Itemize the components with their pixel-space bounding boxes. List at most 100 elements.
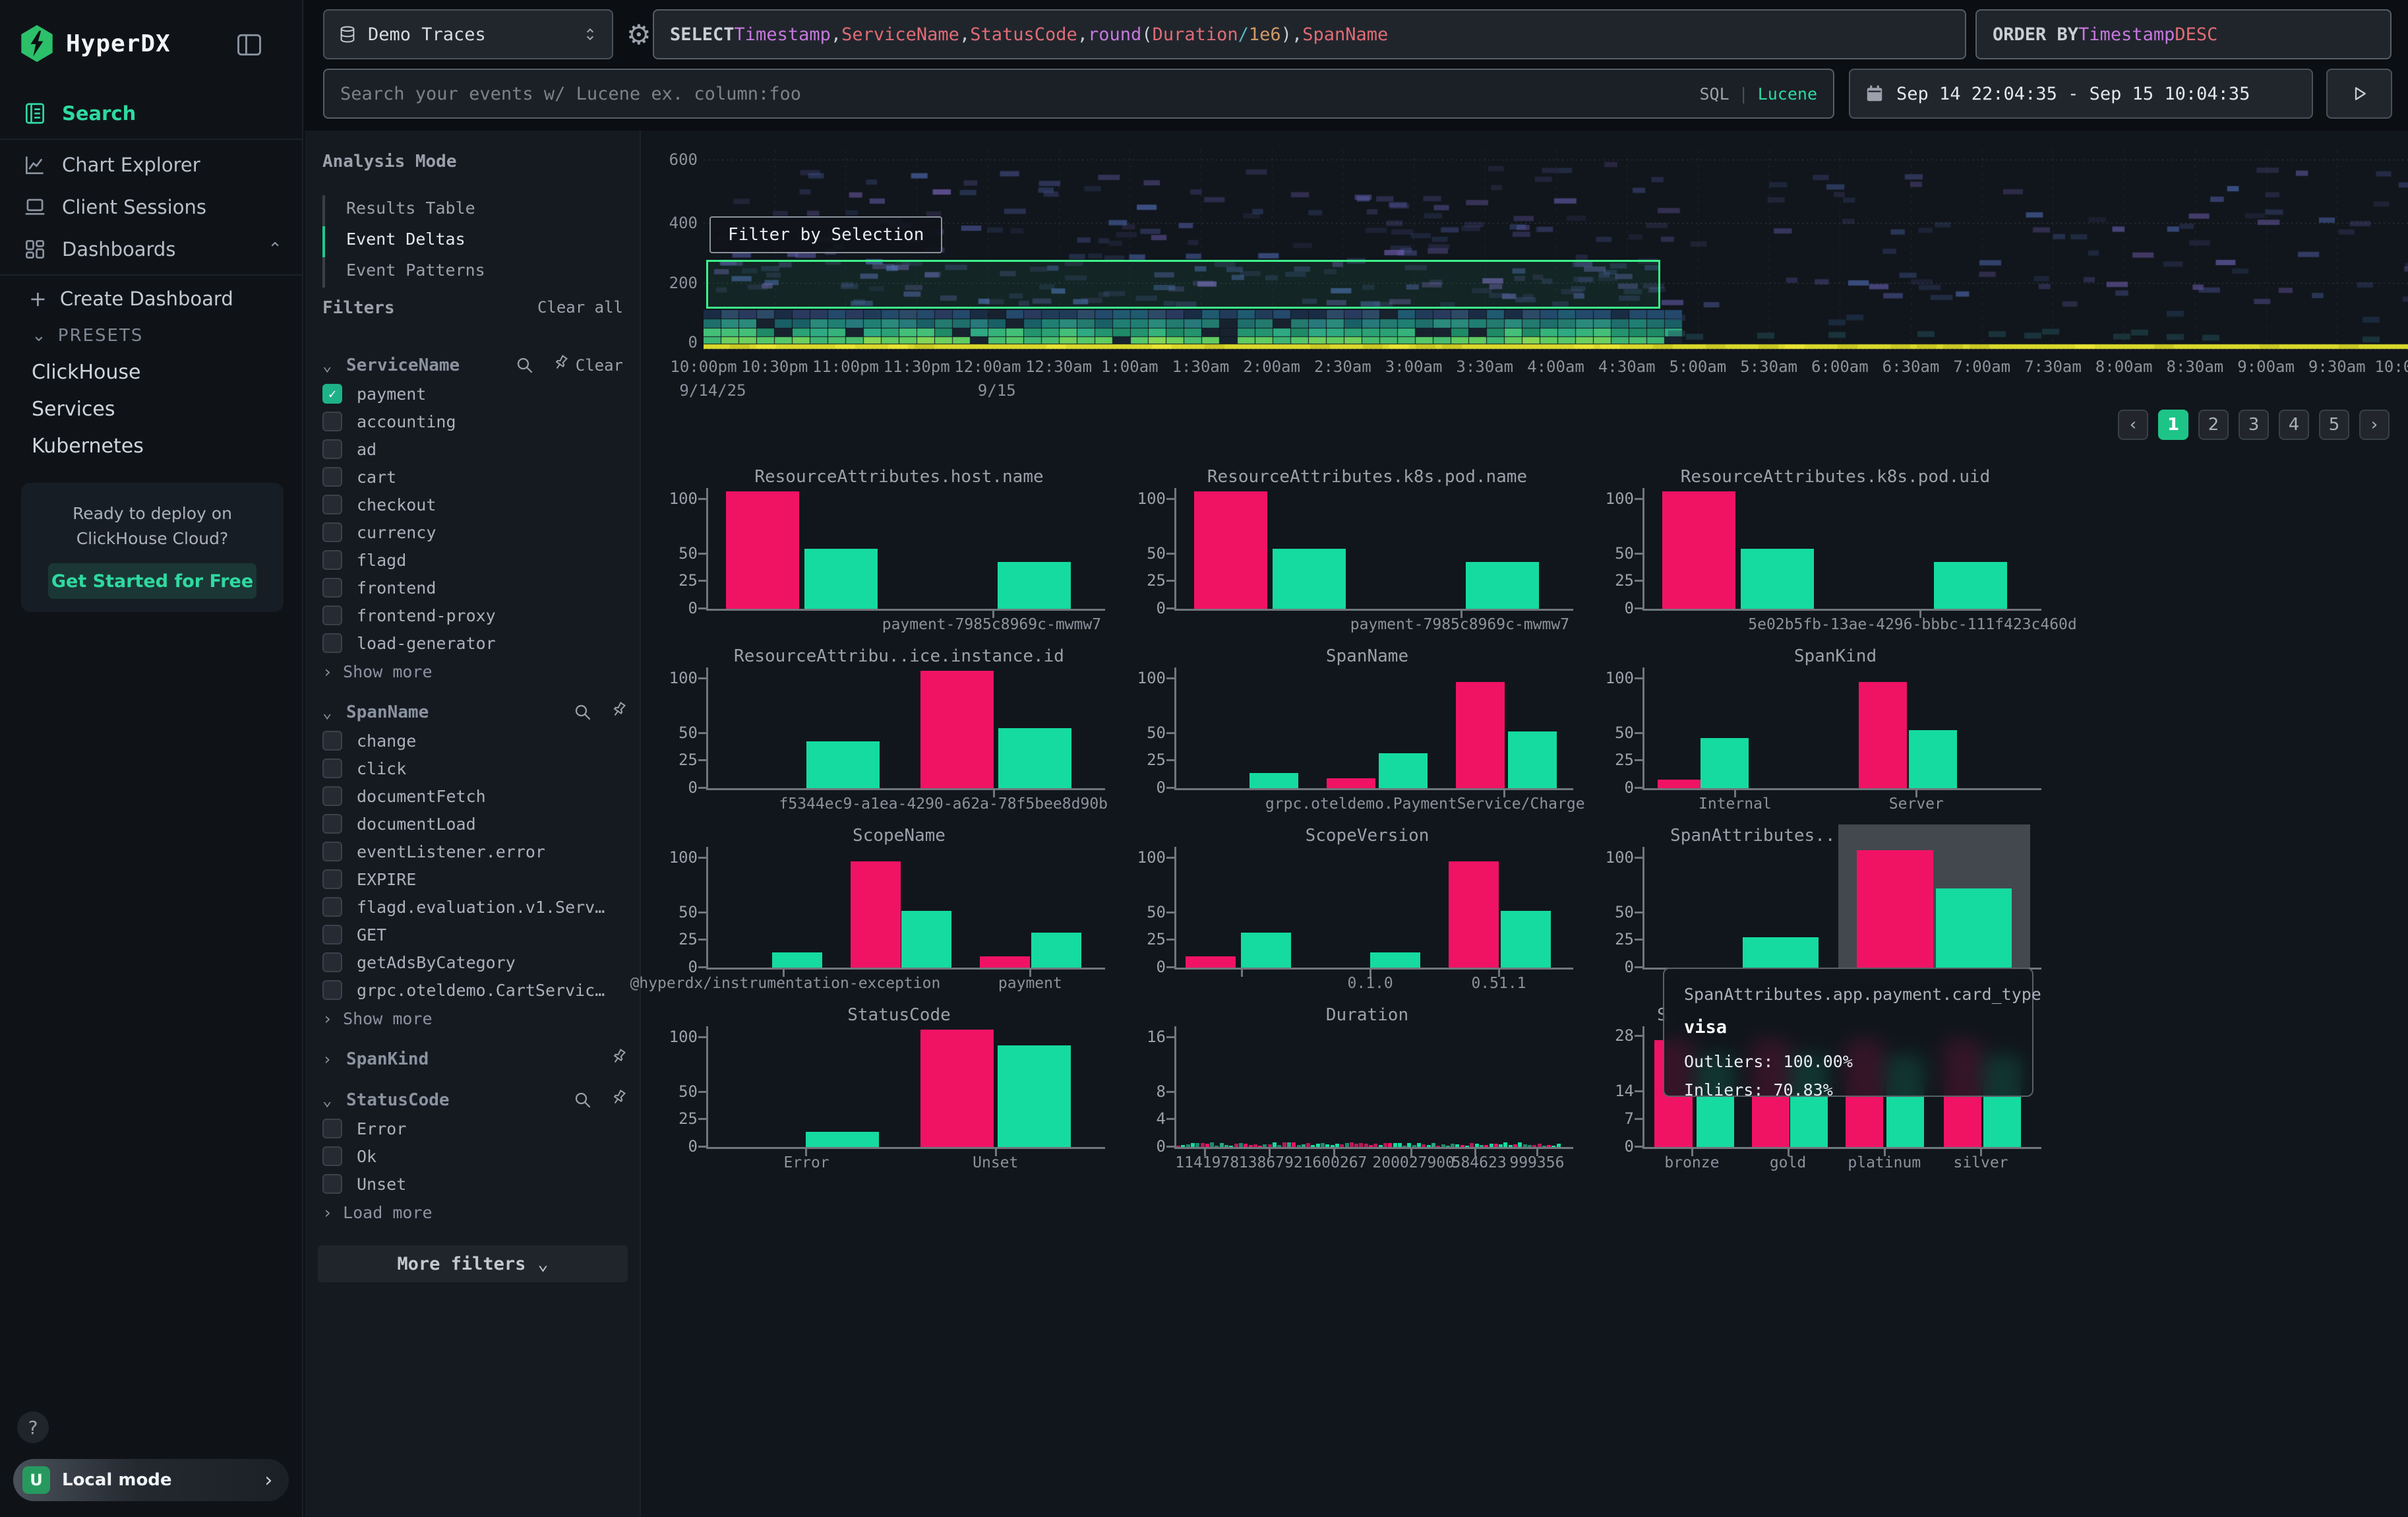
checkbox[interactable] [322,605,342,625]
analysis-mode-results-table[interactable]: Results Table [322,193,623,224]
checkbox[interactable] [322,814,342,834]
checkbox[interactable] [322,495,342,514]
chevron-right-icon[interactable]: › [322,1050,337,1068]
filter-checkbox-flagd[interactable]: flagd [322,546,623,574]
filter-checkbox-frontend[interactable]: frontend [322,574,623,602]
filter-group-name[interactable]: SpanName [346,702,429,722]
sql-select-input[interactable]: SELECT Timestamp, ServiceName, StatusCod… [653,9,1966,59]
sidebar-item-client-sessions[interactable]: Client Sessions [0,186,302,228]
pin-icon[interactable] [603,1090,623,1110]
get-started-button[interactable]: Get Started for Free [48,563,256,599]
checkbox[interactable] [322,869,342,889]
filter-checkbox-currency[interactable]: currency [322,518,623,546]
search-icon[interactable] [515,356,535,375]
filter-checkbox-click[interactable]: click [322,755,623,782]
events-heatmap[interactable]: Filter by Selection [704,150,2408,350]
sidebar-item-dashboards[interactable]: Dashboards⌃ [0,228,302,270]
search-icon[interactable] [573,702,593,722]
checkbox[interactable] [322,1146,342,1166]
filter-checkbox-load-generator[interactable]: load-generator [322,629,623,657]
checkbox[interactable] [322,952,342,972]
sql-mode-button[interactable]: SQL [1699,84,1729,104]
filter-checkbox-unset[interactable]: Unset [322,1170,623,1198]
chevron-down-icon[interactable]: ⌄ [322,703,337,722]
filter-checkbox-cart[interactable]: cart [322,463,623,491]
page-button-3[interactable]: 3 [2239,410,2269,440]
load-more-button[interactable]: ›Load more [322,1198,623,1227]
analysis-mode-event-deltas[interactable]: Event Deltas [322,224,623,255]
search-input[interactable] [340,84,1699,104]
local-mode-pill[interactable]: U Local mode › [13,1459,289,1501]
show-more-button[interactable]: ›Show more [322,657,623,686]
filter-checkbox-expire[interactable]: EXPIRE [322,865,623,893]
checkbox[interactable] [322,1119,342,1138]
filter-checkbox-getadsbycategory[interactable]: getAdsByCategory [322,948,623,976]
filter-checkbox-checkout[interactable]: checkout [322,491,623,518]
analysis-mode-event-patterns[interactable]: Event Patterns [322,255,623,286]
run-query-button[interactable] [2326,69,2392,119]
checkbox[interactable] [322,925,342,944]
pin-icon[interactable] [603,702,623,722]
help-button[interactable]: ? [17,1411,49,1443]
filter-checkbox-grpc-oteldemo-cartservic-[interactable]: grpc.oteldemo.CartServic… [322,976,623,1004]
filter-by-selection-button[interactable]: Filter by Selection [709,216,942,253]
heatmap-selection-region[interactable] [706,260,1660,309]
sidebar-item-search[interactable]: Search [0,92,302,135]
next-page-button[interactable]: › [2359,410,2390,440]
filter-checkbox-documentload[interactable]: documentLoad [322,810,623,838]
filter-checkbox-get[interactable]: GET [322,921,623,948]
filter-checkbox-error[interactable]: Error [322,1115,623,1142]
source-select[interactable]: Demo Traces [323,9,613,59]
collapse-sidebar-icon[interactable] [235,30,264,59]
pin-icon[interactable] [603,1049,623,1069]
search-icon[interactable] [573,1090,593,1110]
checkbox[interactable] [322,1174,342,1194]
create-dashboard-button[interactable]: +Create Dashboard [0,280,302,318]
checkbox[interactable] [322,786,342,806]
filter-group-name[interactable]: StatusCode [346,1090,450,1110]
page-button-5[interactable]: 5 [2319,410,2349,440]
clear-all-button[interactable]: Clear all [537,298,623,318]
checkbox[interactable] [322,731,342,751]
page-button-2[interactable]: 2 [2198,410,2229,440]
filter-checkbox-eventlistener-error[interactable]: eventListener.error [322,838,623,865]
pin-icon[interactable] [545,356,565,375]
checkbox[interactable] [322,578,342,598]
checkbox[interactable] [322,439,342,459]
checkbox[interactable] [322,980,342,1000]
filter-checkbox-flagd-evaluation-v1-serv-[interactable]: flagd.evaluation.v1.Serv… [322,893,623,921]
chevron-down-icon[interactable]: ⌄ [322,1091,337,1109]
show-more-button[interactable]: ›Show more [322,1004,623,1033]
page-button-4[interactable]: 4 [2279,410,2309,440]
filter-checkbox-frontend-proxy[interactable]: frontend-proxy [322,602,623,629]
preset-item-services[interactable]: Services [0,390,302,427]
lucene-mode-button[interactable]: Lucene [1758,84,1817,104]
clear-filter-button[interactable]: Clear [576,356,623,375]
filter-checkbox-accounting[interactable]: accounting [322,408,623,435]
filter-checkbox-documentfetch[interactable]: documentFetch [322,782,623,810]
date-range-picker[interactable]: Sep 14 22:04:35 - Sep 15 10:04:35 [1849,69,2313,119]
presets-toggle[interactable]: ⌄PRESETS [0,318,302,354]
checkbox[interactable] [322,550,342,570]
page-button-1[interactable]: 1 [2158,410,2188,440]
preset-item-kubernetes[interactable]: Kubernetes [0,427,302,464]
checkbox[interactable] [322,412,342,431]
checkbox[interactable] [322,633,342,653]
filter-checkbox-payment[interactable]: ✓payment [322,380,623,408]
order-by-input[interactable]: ORDER BY Timestamp DESC [1975,9,2392,59]
filter-group-name[interactable]: SpanKind [346,1049,429,1069]
filter-checkbox-change[interactable]: change [322,727,623,755]
checkbox[interactable] [322,897,342,917]
chevron-down-icon[interactable]: ⌄ [322,356,337,375]
checkbox[interactable] [322,522,342,542]
sidebar-item-chart-explorer[interactable]: Chart Explorer [0,144,302,186]
checkbox[interactable] [322,842,342,861]
filter-checkbox-ok[interactable]: Ok [322,1142,623,1170]
checkbox[interactable] [322,467,342,487]
filter-checkbox-ad[interactable]: ad [322,435,623,463]
filter-group-name[interactable]: ServiceName [346,356,460,375]
preset-item-clickhouse[interactable]: ClickHouse [0,354,302,390]
more-filters-button[interactable]: More filters ⌄ [318,1245,628,1282]
prev-page-button[interactable]: ‹ [2118,410,2148,440]
checkbox[interactable] [322,758,342,778]
